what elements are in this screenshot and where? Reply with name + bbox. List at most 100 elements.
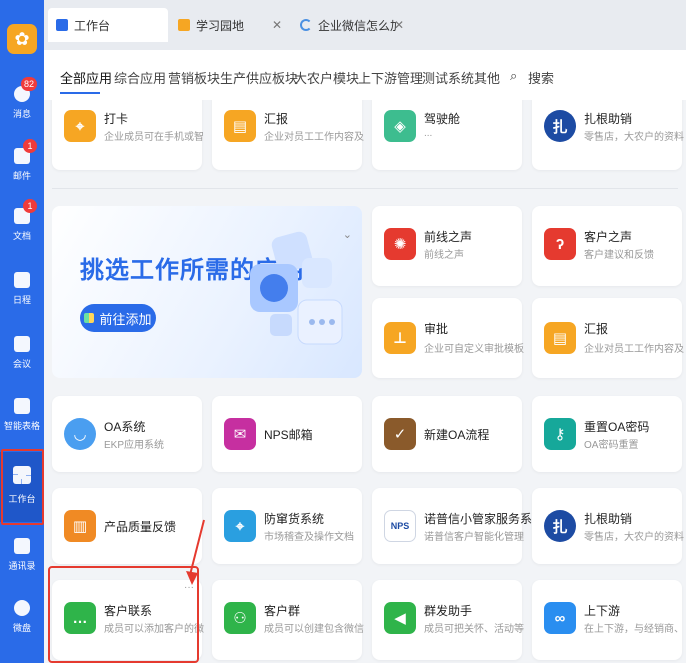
rail-item-drive[interactable]: 微盘 xyxy=(0,590,44,648)
rail-item-meeting[interactable]: 会议 xyxy=(0,326,44,384)
app-icon xyxy=(178,19,190,31)
app-card-nps-butler[interactable]: NPS 诺普信小管家服务系统 诺普信客户智能化管理系... xyxy=(372,488,544,564)
table-icon xyxy=(14,398,30,414)
app-desc: 企业对员工工作内容及过... xyxy=(584,344,684,355)
app-title: 重置OA密码 xyxy=(584,420,650,434)
calendar-icon xyxy=(14,272,30,288)
category-farmers[interactable]: 大农户模块 xyxy=(294,68,359,87)
app-desc: OA密码重置 xyxy=(584,440,639,451)
rail-item-docs[interactable]: 1 文档 xyxy=(0,198,44,256)
category-test[interactable]: 测试系统 xyxy=(422,68,474,87)
close-icon[interactable]: ✕ xyxy=(394,18,404,32)
app-title: 汇报 xyxy=(264,112,289,126)
sunflower-icon: ✿ xyxy=(14,28,30,49)
app-title: 群发助手 xyxy=(424,604,473,618)
section-divider xyxy=(52,188,678,189)
avatar[interactable]: ✿ xyxy=(7,24,37,54)
rail-label-meeting: 会议 xyxy=(12,360,31,370)
location-icon: ⌖ xyxy=(64,110,96,142)
category-general[interactable]: 综合应用 xyxy=(114,68,166,87)
messages-badge: 82 xyxy=(20,77,37,91)
category-other[interactable]: 其他 xyxy=(474,68,500,87)
close-icon[interactable]: ✕ xyxy=(272,18,282,32)
category-all[interactable]: 全部应用 xyxy=(60,68,112,87)
category-marketing[interactable]: 营销板块 xyxy=(168,68,220,87)
link-icon: ∞ xyxy=(544,602,576,634)
app-card-nps-mail[interactable]: ✉ NPS邮箱 xyxy=(212,396,362,472)
app-card-cockpit[interactable]: ◈ 驾驶舱 ... xyxy=(372,100,522,170)
search-icon[interactable]: ⌕ xyxy=(510,68,517,84)
workbench-highlight-box xyxy=(1,449,44,525)
grid-icon xyxy=(84,313,95,323)
app-desc: 市场稽查及操作文档 xyxy=(264,532,354,543)
rail-label-calendar: 日程 xyxy=(12,296,31,306)
app-title: 客户之声 xyxy=(584,230,633,244)
app-card-mass-send[interactable]: ◀ 群发助手 成员可把关怀、活动等消... xyxy=(372,580,524,660)
tab-study[interactable]: 学习园地 ✕ xyxy=(170,8,290,42)
app-card-quality-feedback[interactable]: ▥ 产品质量反馈 xyxy=(52,488,202,564)
app-title: 审批 xyxy=(424,322,449,336)
app-title: 扎根助销 xyxy=(584,112,633,126)
app-desc: 成员可把关怀、活动等消... xyxy=(424,624,524,635)
rail-item-mail[interactable]: 1 邮件 xyxy=(0,138,44,196)
app-title: 驾驶舱 xyxy=(424,112,461,126)
go-add-button[interactable]: 前往添加 xyxy=(80,304,156,332)
rail-label-messages: 消息 xyxy=(12,110,31,120)
app-title: 打卡 xyxy=(104,112,129,126)
app-title: OA系统 xyxy=(104,420,146,434)
app-card-oa-system[interactable]: ◡ OA系统 EKP应用系统 xyxy=(52,396,202,472)
app-card-reset-oa-pwd[interactable]: ⚷ 重置OA密码 OA密码重置 xyxy=(532,396,682,472)
add-apps-banner: 挑选工作所需的应用 前往添加 ⌄ xyxy=(52,206,362,378)
tab-label: 企业微信怎么加好友 xyxy=(318,18,396,33)
app-card-clock-in[interactable]: ⌖ 打卡 企业成员可在手机或智能... xyxy=(52,100,204,170)
app-card-new-oa-flow[interactable]: ✓ 新建OA流程 xyxy=(372,396,522,472)
app-card-upstream-downstream[interactable]: ∞ 上下游 在上下游，与经销商、供... xyxy=(532,580,684,660)
nps-logo-icon: NPS xyxy=(384,510,416,542)
app-title: 防窜货系统 xyxy=(264,512,325,526)
contacts-icon xyxy=(14,538,30,554)
active-underline xyxy=(60,92,100,94)
app-desc: 前线之声 xyxy=(424,250,464,261)
app-card-approval[interactable]: ⊥ 审批 企业可自定义审批模板，... xyxy=(372,298,524,378)
clipboard-icon: ▥ xyxy=(64,510,96,542)
rail-label-contacts: 通讯录 xyxy=(8,562,36,572)
rail-item-calendar[interactable]: 日程 xyxy=(0,262,44,320)
loading-icon xyxy=(300,19,312,31)
category-search[interactable]: 搜索 xyxy=(528,68,554,87)
category-bar: 全部应用 综合应用 营销板块 生产供应板块 大农户模块 上下游管理 测试系统 其… xyxy=(44,50,686,100)
app-desc: 成员可以创建包含微信用... xyxy=(264,624,364,635)
megaphone-icon: ◀ xyxy=(384,602,416,634)
app-card-zhagen-top[interactable]: 扎 扎根助销 零售店，大农户的资料管... xyxy=(532,100,684,170)
app-card-customer-voice[interactable]: ʔ 客户之声 客户建议和反馈 xyxy=(532,206,682,286)
app-desc: EKP应用系统 xyxy=(104,440,165,451)
app-card-zhagen[interactable]: 扎 扎根助销 零售店，大农户的资料管... xyxy=(532,488,684,564)
customer-contact-highlight-box xyxy=(48,566,199,663)
mail-badge: 1 xyxy=(23,139,37,153)
app-desc: 在上下游，与经销商、供... xyxy=(584,624,684,635)
app-title: 扎根助销 xyxy=(584,512,633,526)
rail-item-smart-table[interactable]: 智能表格 xyxy=(0,388,44,446)
app-title: 汇报 xyxy=(584,322,609,336)
rail-label-docs: 文档 xyxy=(12,232,31,242)
app-desc: 企业可自定义审批模板，... xyxy=(424,344,524,355)
app-card-report-2[interactable]: ▤ 汇报 企业对员工工作内容及过... xyxy=(532,298,684,378)
tab-search-result[interactable]: 企业微信怎么加好友 ✕ xyxy=(292,8,412,42)
tab-workbench[interactable]: 工作台 xyxy=(48,8,168,42)
left-rail: ✿ 82 消息 1 邮件 1 文档 日程 会议 智能表格 工作台 通讯录 微盘 xyxy=(0,0,44,663)
app-desc: 客户建议和反馈 xyxy=(584,250,654,261)
category-supply[interactable]: 生产供应板块 xyxy=(220,68,298,87)
app-desc: 零售店，大农户的资料管... xyxy=(584,132,684,143)
app-desc: ... xyxy=(424,128,433,139)
app-title: 产品质量反馈 xyxy=(104,520,177,534)
app-desc: 企业对员工工作内容及过... xyxy=(264,132,364,143)
tab-label: 学习园地 xyxy=(196,18,245,33)
rail-item-contacts[interactable]: 通讯录 xyxy=(0,528,44,586)
tab-label: 工作台 xyxy=(74,18,111,33)
map-icon: ◈ xyxy=(384,110,416,142)
rail-item-messages[interactable]: 82 消息 xyxy=(0,76,44,134)
app-card-frontline-voice[interactable]: ✺ 前线之声 前线之声 xyxy=(372,206,522,286)
smile-icon: ◡ xyxy=(64,418,96,450)
meeting-icon xyxy=(14,336,30,352)
app-card-report[interactable]: ▤ 汇报 企业对员工工作内容及过... xyxy=(212,100,364,170)
category-updown[interactable]: 上下游管理 xyxy=(358,68,423,87)
